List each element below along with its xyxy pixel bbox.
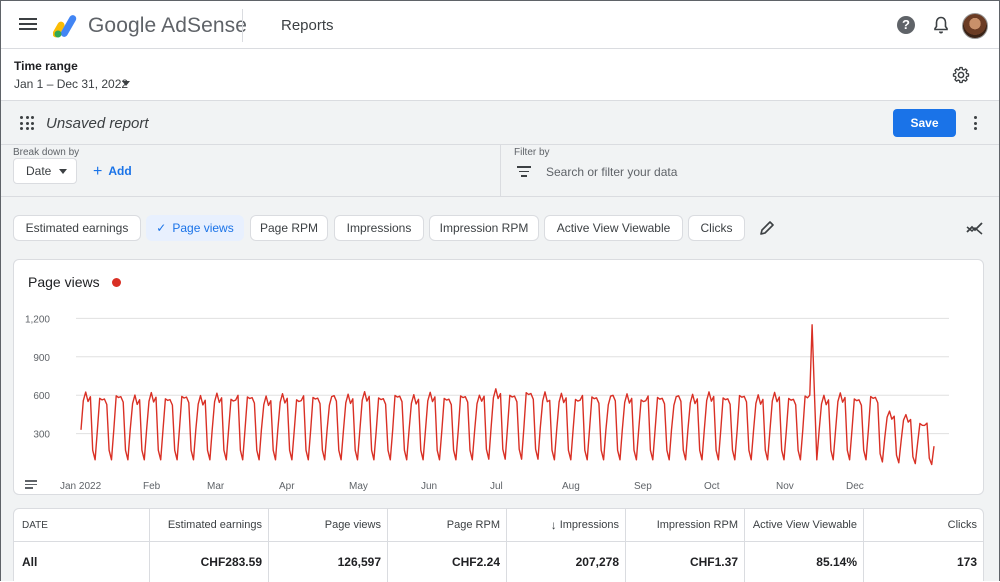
cell-active-view: 85.14% xyxy=(745,542,864,582)
header-date[interactable]: DATE xyxy=(14,509,150,541)
filter-icon xyxy=(517,166,531,178)
brand-name: Google AdSense xyxy=(88,14,248,37)
breakdown-dropdown[interactable]: Date xyxy=(13,158,77,184)
chip-clicks[interactable]: Clicks xyxy=(688,215,745,241)
chip-label: Page views xyxy=(172,221,234,235)
y-tick-label: 300 xyxy=(33,430,50,441)
report-header: Unsaved report Save xyxy=(1,101,999,145)
x-tick-label: Sep xyxy=(634,481,652,492)
header-page-rpm[interactable]: Page RPM xyxy=(388,509,507,541)
apps-grid-icon[interactable] xyxy=(20,116,34,130)
legend-toggle-icon[interactable] xyxy=(25,480,37,490)
report-table: DATE Estimated earnings Page views Page … xyxy=(13,508,984,582)
save-button[interactable]: Save xyxy=(893,109,956,137)
chevron-down-icon[interactable] xyxy=(122,81,130,86)
x-tick-label: Oct xyxy=(704,481,720,492)
chip-impression-rpm[interactable]: Impression RPM xyxy=(429,215,539,241)
x-tick-label: Jul xyxy=(490,481,503,492)
x-tick-label: Aug xyxy=(562,481,580,492)
time-range-selector[interactable]: Jan 1 – Dec 31, 2022 xyxy=(14,77,128,91)
divider xyxy=(242,9,243,42)
more-vert-icon[interactable] xyxy=(974,116,978,132)
time-range-bar: Time range Jan 1 – Dec 31, 2022 xyxy=(1,50,999,101)
header-impressions-label: Impressions xyxy=(559,519,619,531)
bell-icon[interactable] xyxy=(933,16,949,34)
check-icon: ✓ xyxy=(156,221,167,235)
pencil-icon[interactable] xyxy=(759,220,775,236)
cell-impressions: 207,278 xyxy=(507,542,626,582)
add-label: Add xyxy=(108,164,132,178)
report-panel: Unsaved report Save Break down by Filter… xyxy=(1,101,999,582)
top-app-bar: Google AdSense Reports ? xyxy=(1,1,999,49)
x-tick-label: Dec xyxy=(846,481,864,492)
table-row: All CHF283.59 126,597 CHF2.24 207,278 CH… xyxy=(14,542,983,582)
report-name[interactable]: Unsaved report xyxy=(46,115,149,132)
x-tick-label: Feb xyxy=(143,481,161,492)
cell-estimated-earnings: CHF283.59 xyxy=(150,542,269,582)
x-tick-label: Mar xyxy=(207,481,225,492)
y-tick-label: 600 xyxy=(33,391,50,402)
section-title: Reports xyxy=(281,17,334,34)
chevron-down-icon xyxy=(59,169,67,174)
chip-impressions[interactable]: Impressions xyxy=(334,215,424,241)
cell-page-views: 126,597 xyxy=(269,542,388,582)
chip-page-rpm[interactable]: Page RPM xyxy=(250,215,328,241)
x-tick-label: May xyxy=(349,481,368,492)
filter-label: Filter by xyxy=(514,147,550,158)
adsense-logo-icon xyxy=(53,15,77,38)
chip-page-views[interactable]: ✓ Page views xyxy=(146,215,244,241)
row-label: All xyxy=(14,542,150,582)
x-tick-label: Apr xyxy=(279,481,295,492)
menu-icon[interactable] xyxy=(18,15,38,35)
x-tick-label: Jun xyxy=(421,481,437,492)
series-line-page-views[interactable] xyxy=(80,324,935,466)
header-impressions[interactable]: ↓ Impressions xyxy=(507,509,626,541)
help-icon[interactable]: ? xyxy=(897,16,915,34)
page-views-line-chart[interactable]: 300 600 900 1,200 Jan 2022 Feb Mar Apr May Jun Jul… xyxy=(14,260,983,494)
breakdown-label: Break down by xyxy=(13,147,80,158)
x-tick-label: Nov xyxy=(776,481,794,492)
avatar[interactable] xyxy=(962,13,988,39)
chip-estimated-earnings[interactable]: Estimated earnings xyxy=(13,215,141,241)
cell-impression-rpm: CHF1.37 xyxy=(626,542,745,582)
trend-compare-icon[interactable] xyxy=(966,221,984,235)
header-estimated-earnings[interactable]: Estimated earnings xyxy=(150,509,269,541)
filter-search-input[interactable]: Search or filter your data xyxy=(546,165,677,179)
plus-icon: + xyxy=(93,163,103,180)
header-clicks[interactable]: Clicks xyxy=(864,509,983,541)
sort-descending-icon: ↓ xyxy=(550,518,557,532)
header-active-view[interactable]: Active View Viewable xyxy=(745,509,864,541)
table-header-row: DATE Estimated earnings Page views Page … xyxy=(14,509,983,542)
x-tick-label: Jan 2022 xyxy=(60,481,102,492)
header-page-views[interactable]: Page views xyxy=(269,509,388,541)
time-range-label: Time range xyxy=(14,59,78,73)
add-breakdown-button[interactable]: + Add xyxy=(93,163,132,181)
cell-page-rpm: CHF2.24 xyxy=(388,542,507,582)
chart-card: Page views 300 600 900 1,200 Jan 2022 Feb Mar A… xyxy=(13,259,984,495)
breakdown-value: Date xyxy=(26,164,52,178)
cell-clicks: 173 xyxy=(956,555,977,569)
header-impression-rpm[interactable]: Impression RPM xyxy=(626,509,745,541)
y-tick-label: 900 xyxy=(33,353,50,364)
gear-icon[interactable] xyxy=(952,66,970,84)
y-tick-label: 1,200 xyxy=(25,314,50,325)
chip-active-view-viewable[interactable]: Active View Viewable xyxy=(544,215,683,241)
